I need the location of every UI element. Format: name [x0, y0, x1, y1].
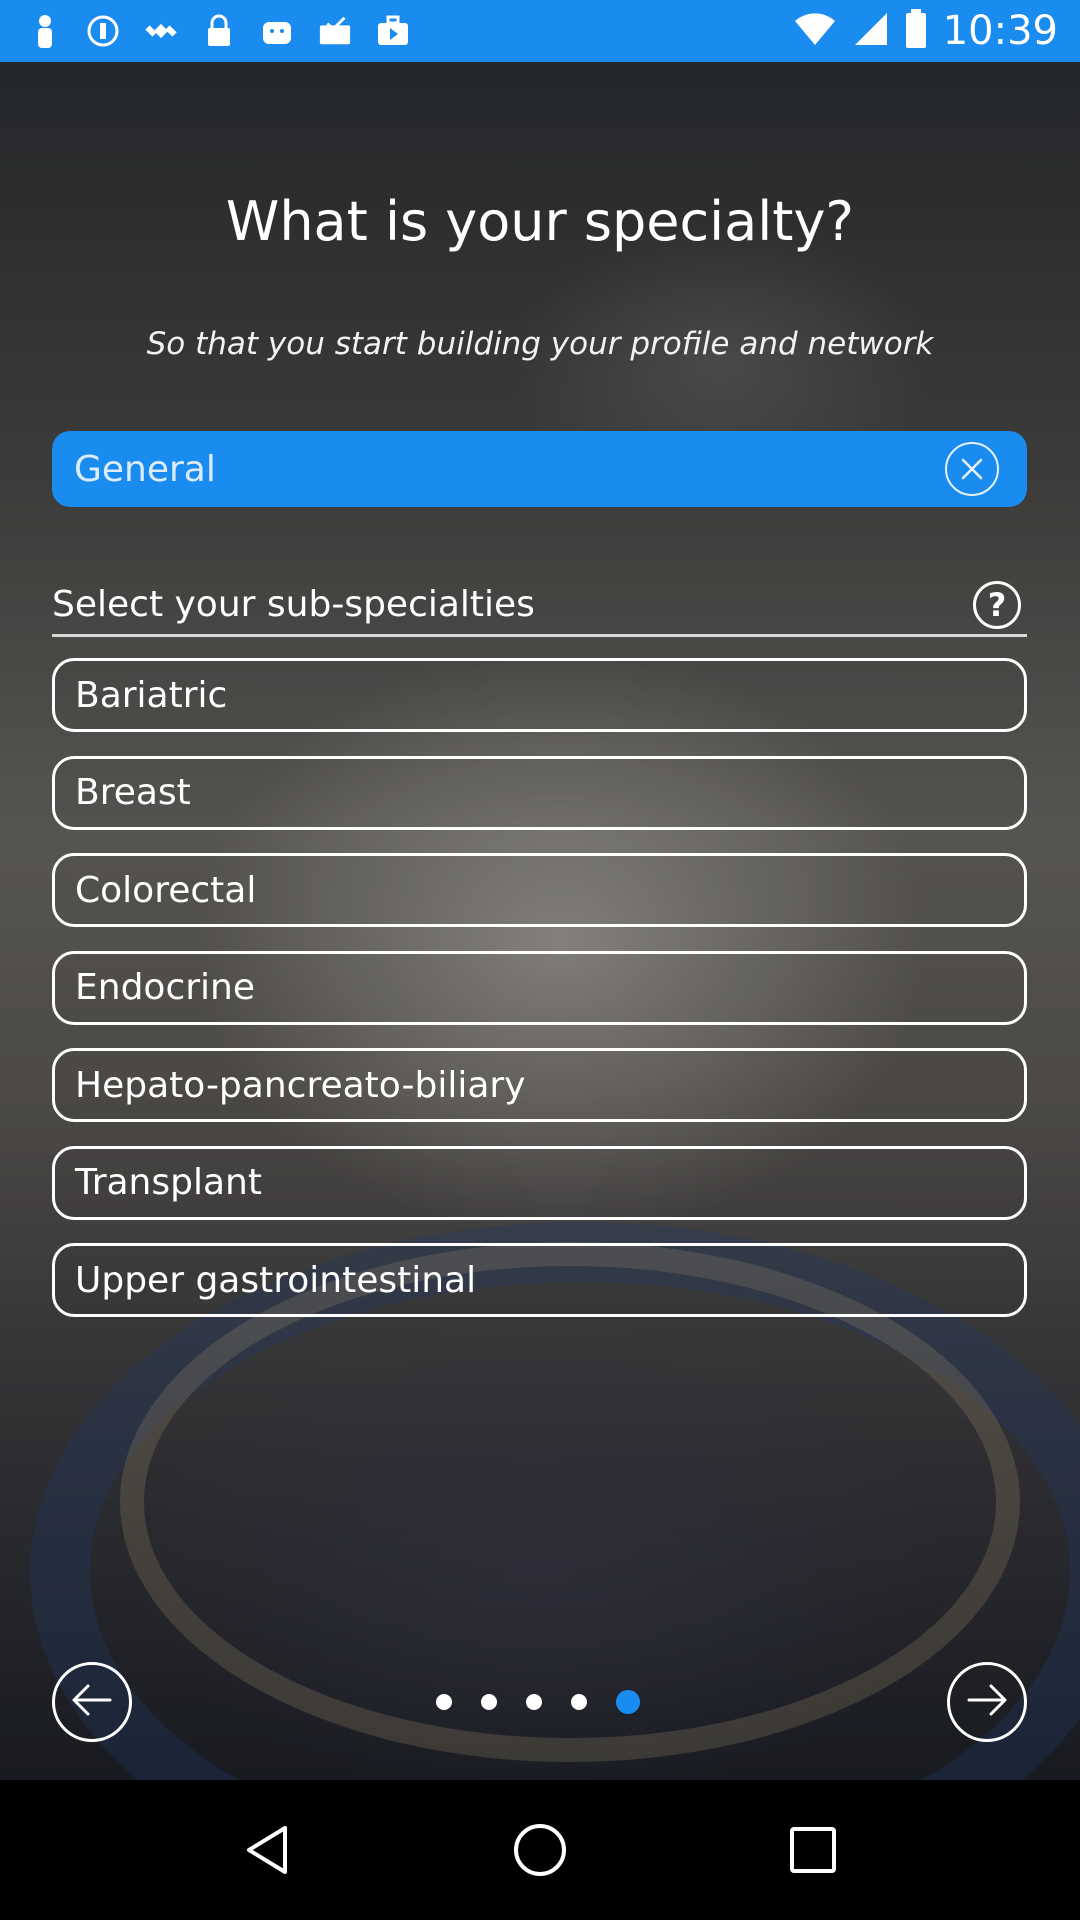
- sub-specialties-header: Select your sub-specialties ?: [52, 575, 1027, 637]
- person-icon: [28, 14, 62, 48]
- sub-specialty-option-bariatric[interactable]: Bariatric: [52, 658, 1027, 732]
- option-label: Bariatric: [75, 674, 228, 716]
- sub-specialty-option-breast[interactable]: Breast: [52, 755, 1027, 830]
- sub-specialty-option-endocrine[interactable]: Endocrine: [52, 950, 1027, 1025]
- sub-specialty-list: Bariatric Breast Colorectal Endocrine He…: [52, 658, 1027, 1341]
- page-indicator: [436, 1690, 656, 1714]
- system-back-icon[interactable]: [232, 1815, 302, 1885]
- status-time: 10:39: [942, 8, 1058, 54]
- option-label: Colorectal: [75, 869, 257, 911]
- sub-specialty-option-transplant[interactable]: Transplant: [52, 1145, 1027, 1220]
- briefcase-play-icon: [376, 14, 410, 48]
- help-icon[interactable]: ?: [973, 580, 1021, 629]
- info-icon: [86, 14, 120, 48]
- page-dot-active: [616, 1690, 640, 1714]
- status-bar: 10:39: [0, 0, 1080, 62]
- next-button[interactable]: [947, 1662, 1027, 1742]
- option-label: Upper gastrointestinal: [75, 1259, 477, 1301]
- selected-specialty-label: General: [74, 448, 216, 490]
- sub-specialties-label: Select your sub-specialties: [52, 584, 535, 625]
- android-icon: [260, 14, 294, 48]
- page-dot: [526, 1694, 542, 1710]
- close-circle-icon[interactable]: [945, 442, 999, 496]
- option-label: Hepato-pancreato-biliary: [75, 1064, 526, 1106]
- sub-specialty-option-upper-gastrointestinal[interactable]: Upper gastrointestinal: [52, 1243, 1027, 1317]
- lock-icon: [202, 14, 236, 48]
- system-home-icon[interactable]: [505, 1815, 575, 1885]
- signal-icon: [853, 11, 889, 52]
- page-title: What is your specialty?: [225, 190, 855, 253]
- notification-icons: [28, 14, 410, 48]
- arrow-left-icon: [70, 1682, 114, 1723]
- wifi-icon: [793, 11, 837, 52]
- satellite-icon: [144, 14, 178, 48]
- option-label: Breast: [75, 772, 191, 813]
- sub-specialty-option-colorectal[interactable]: Colorectal: [52, 853, 1027, 927]
- option-label: Transplant: [75, 1162, 262, 1203]
- battery-icon: [905, 8, 927, 54]
- page-dot: [436, 1694, 452, 1710]
- system-status: 10:39: [793, 8, 1058, 54]
- option-label: Endocrine: [75, 967, 255, 1008]
- sub-specialty-option-hepato-pancreato-biliary[interactable]: Hepato-pancreato-biliary: [52, 1048, 1027, 1122]
- system-navigation-bar: [0, 1780, 1080, 1920]
- page-dot: [571, 1694, 587, 1710]
- page-subtitle: So that you start building your profile …: [146, 326, 934, 362]
- mail-check-icon: [318, 14, 352, 48]
- back-button[interactable]: [52, 1662, 132, 1742]
- selected-specialty-chip[interactable]: General: [52, 431, 1027, 507]
- arrow-right-icon: [965, 1682, 1009, 1723]
- system-recents-icon[interactable]: [778, 1815, 848, 1885]
- page-dot: [481, 1694, 497, 1710]
